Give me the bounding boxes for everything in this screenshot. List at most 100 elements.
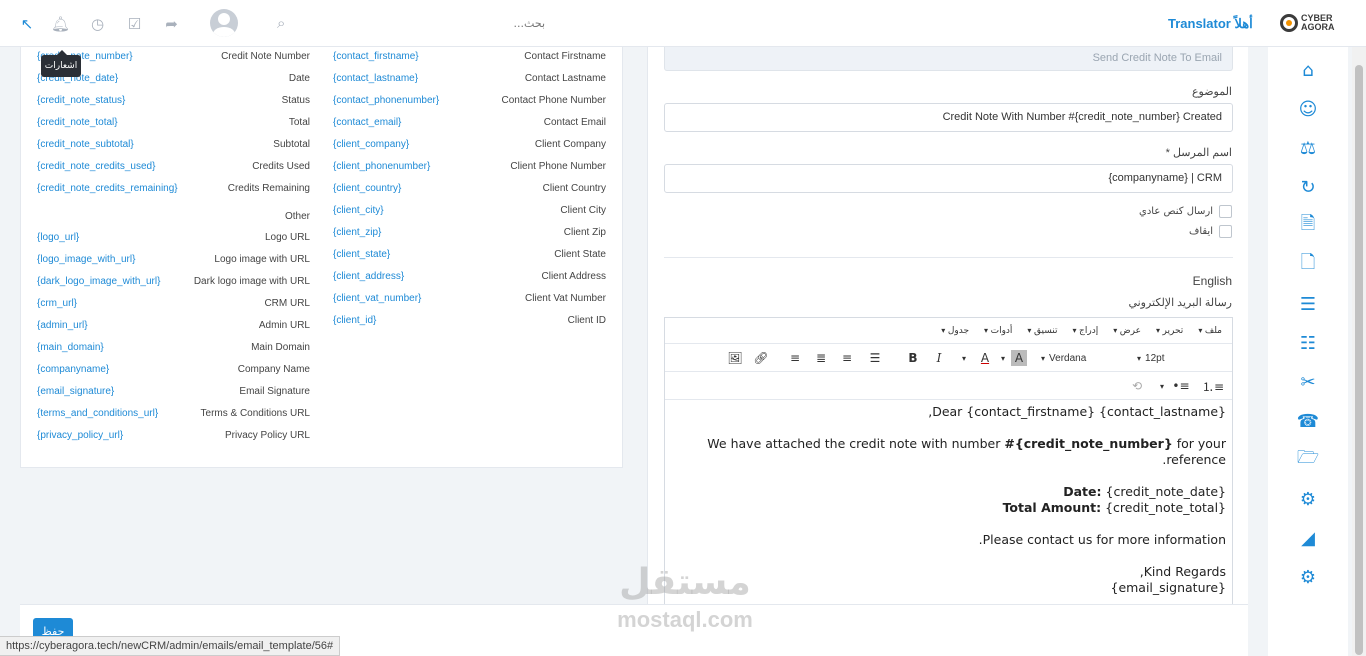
merge-field-key[interactable]: {logo_url}	[37, 232, 79, 243]
italic-icon[interactable]: I	[929, 350, 949, 366]
merge-field-key[interactable]: {contact_firstname}	[333, 51, 419, 62]
email-contact-line: Please contact us for more information.	[978, 532, 1226, 547]
bold-icon[interactable]: B	[903, 350, 923, 366]
merge-field-key[interactable]: {client_zip}	[333, 227, 381, 238]
editor-menu-item[interactable]: إدراج	[1072, 326, 1098, 336]
editor-menu-item[interactable]: أدوات	[984, 326, 1013, 336]
merge-field-key[interactable]: {admin_url}	[37, 320, 88, 331]
scrollbar-thumb[interactable]	[1355, 65, 1363, 655]
chevron-down-icon: ▾	[1041, 353, 1046, 363]
merge-field-row: {client_state} Client State	[333, 249, 606, 265]
welcome-title[interactable]: Translator أهلاً	[1168, 16, 1253, 32]
phone-icon[interactable]: ☎	[1295, 410, 1321, 432]
merge-field-row: {admin_url} Admin URL	[37, 320, 310, 336]
merge-field-key[interactable]: {contact_phonenumber}	[333, 95, 439, 106]
merge-field-key[interactable]: {client_phonenumber}	[333, 161, 430, 172]
merge-field-label: Contact Lastname	[524, 73, 606, 84]
bg-color-dropdown-icon[interactable]: ▾	[997, 350, 1009, 366]
merge-field-key[interactable]: {credit_note_status}	[37, 95, 125, 106]
plaintext-checkbox-row[interactable]: ارسال كنص عادي	[1139, 205, 1232, 218]
merge-field-key[interactable]: {dark_logo_image_with_url}	[37, 276, 160, 287]
bullet-list-dropdown-icon[interactable]: ▾	[1157, 378, 1167, 394]
disable-checkbox-row[interactable]: ايقاف	[1189, 225, 1232, 238]
justify-icon[interactable]: ☰	[865, 350, 885, 366]
merge-field-key[interactable]: {privacy_policy_url}	[37, 430, 123, 441]
share-icon[interactable]: ➦	[153, 10, 190, 38]
font-family-select[interactable]: ▾ Verdana	[1041, 350, 1131, 366]
merge-field-key[interactable]: {credit_note_credits_used}	[37, 161, 155, 172]
chart-icon[interactable]: ◢	[1295, 527, 1321, 549]
align-right-icon[interactable]: ≡	[837, 350, 857, 366]
editor-menu-item[interactable]: تنسيق	[1027, 326, 1057, 336]
merge-field-key[interactable]: {main_domain}	[37, 342, 104, 353]
disable-checkbox[interactable]	[1219, 225, 1232, 238]
subject-input[interactable]: Credit Note With Number #{credit_note_nu…	[664, 103, 1233, 132]
align-center-icon[interactable]: ≣	[811, 350, 831, 366]
image-icon[interactable]: 🖼︎	[725, 350, 745, 366]
balance-scale-icon[interactable]: ⚖	[1295, 137, 1321, 159]
merge-field-label: Admin URL	[258, 320, 310, 331]
editor-menu-item[interactable]: جدول	[941, 326, 969, 336]
editor-menu-item[interactable]: ملف	[1198, 326, 1222, 336]
merge-field-label: Privacy Policy URL	[224, 430, 310, 441]
search-icon[interactable]: ⌕	[277, 14, 285, 32]
merge-field-key[interactable]: {terms_and_conditions_url}	[37, 408, 158, 419]
merge-field-label: Contact Email	[543, 117, 606, 128]
email-details: Date: {credit_note_date} Total Amount: {…	[1002, 484, 1226, 515]
page-scrollbar[interactable]	[1352, 47, 1366, 656]
clock-icon[interactable]: ◷	[79, 10, 116, 38]
folder-icon[interactable]: 🗁	[1295, 447, 1321, 471]
align-left-icon[interactable]: ≡	[785, 350, 805, 366]
font-size-select[interactable]: ▾ 12pt	[1137, 350, 1197, 366]
merge-field-key[interactable]: {client_city}	[333, 205, 384, 216]
user-icon[interactable]: ☺	[1295, 98, 1321, 120]
merge-field-label: Date	[288, 73, 310, 84]
merge-field-key[interactable]: {logo_image_with_url}	[37, 254, 135, 265]
list-icon[interactable]: ☰	[1295, 293, 1321, 315]
numbered-list-icon[interactable]: ⒈≡	[1201, 378, 1225, 394]
merge-field-key[interactable]: {client_state}	[333, 249, 390, 260]
ticket-icon[interactable]: ✂	[1295, 371, 1321, 393]
link-icon[interactable]: 🔗︎	[751, 350, 771, 366]
merge-field-key[interactable]: {client_address}	[333, 271, 404, 282]
merge-field-label: Client Address	[541, 271, 606, 282]
merge-field-key[interactable]: {client_id}	[333, 315, 376, 326]
email-greeting: Dear {contact_firstname} {contact_lastna…	[928, 404, 1226, 419]
cyber-agora-logo[interactable]: CYBER AGORA	[1280, 10, 1336, 36]
merge-field-key[interactable]: {email_signature}	[37, 386, 114, 397]
plaintext-checkbox[interactable]	[1219, 205, 1232, 218]
text-color-icon[interactable]: A	[975, 350, 995, 366]
merge-field-key[interactable]: {contact_email}	[333, 117, 401, 128]
from-name-input[interactable]: {companyname} | CRM	[664, 164, 1233, 193]
refresh-icon[interactable]: ↻	[1295, 176, 1321, 198]
merge-field-key[interactable]: {client_country}	[333, 183, 401, 194]
merge-field-row: {client_zip} Client Zip	[333, 227, 606, 243]
editor-menu-item[interactable]: تحرير	[1156, 326, 1184, 336]
gears-icon[interactable]: ⚙	[1295, 488, 1321, 510]
bullet-list-icon[interactable]: •≡	[1169, 378, 1193, 394]
server-icon[interactable]: ☷	[1295, 332, 1321, 354]
merge-field-key[interactable]: {credit_note_credits_remaining}	[37, 183, 178, 194]
history-icon[interactable]: ⟲	[1127, 378, 1147, 394]
merge-field-label: Logo URL	[264, 232, 310, 243]
document-icon[interactable]: 🗎	[1295, 213, 1321, 237]
bell-icon[interactable]: 🔔︎	[42, 10, 79, 38]
merge-field-row: {privacy_policy_url} Privacy Policy URL	[37, 430, 310, 446]
file-icon[interactable]: 🗋	[1295, 252, 1321, 276]
avatar[interactable]	[210, 9, 238, 37]
merge-field-key[interactable]: {client_vat_number}	[333, 293, 421, 304]
merge-field-key[interactable]: {client_company}	[333, 139, 409, 150]
merge-field-key[interactable]: {companyname}	[37, 364, 109, 375]
bg-color-icon[interactable]: A	[1011, 350, 1027, 366]
home-icon[interactable]: ⌂	[1295, 59, 1321, 81]
merge-field-key[interactable]: {credit_note_subtotal}	[37, 139, 134, 150]
pin-icon[interactable]: ↖	[12, 10, 42, 38]
merge-field-key[interactable]: {credit_note_total}	[37, 117, 118, 128]
merge-field-key[interactable]: {crm_url}	[37, 298, 77, 309]
checkbox-icon[interactable]: ☑	[116, 10, 153, 38]
search-input[interactable]	[300, 12, 545, 34]
text-color-dropdown-icon[interactable]: ▾	[957, 350, 971, 366]
merge-field-key[interactable]: {contact_lastname}	[333, 73, 418, 84]
editor-menu-item[interactable]: عرض	[1113, 326, 1141, 336]
settings-icon[interactable]: ⚙	[1295, 566, 1321, 588]
